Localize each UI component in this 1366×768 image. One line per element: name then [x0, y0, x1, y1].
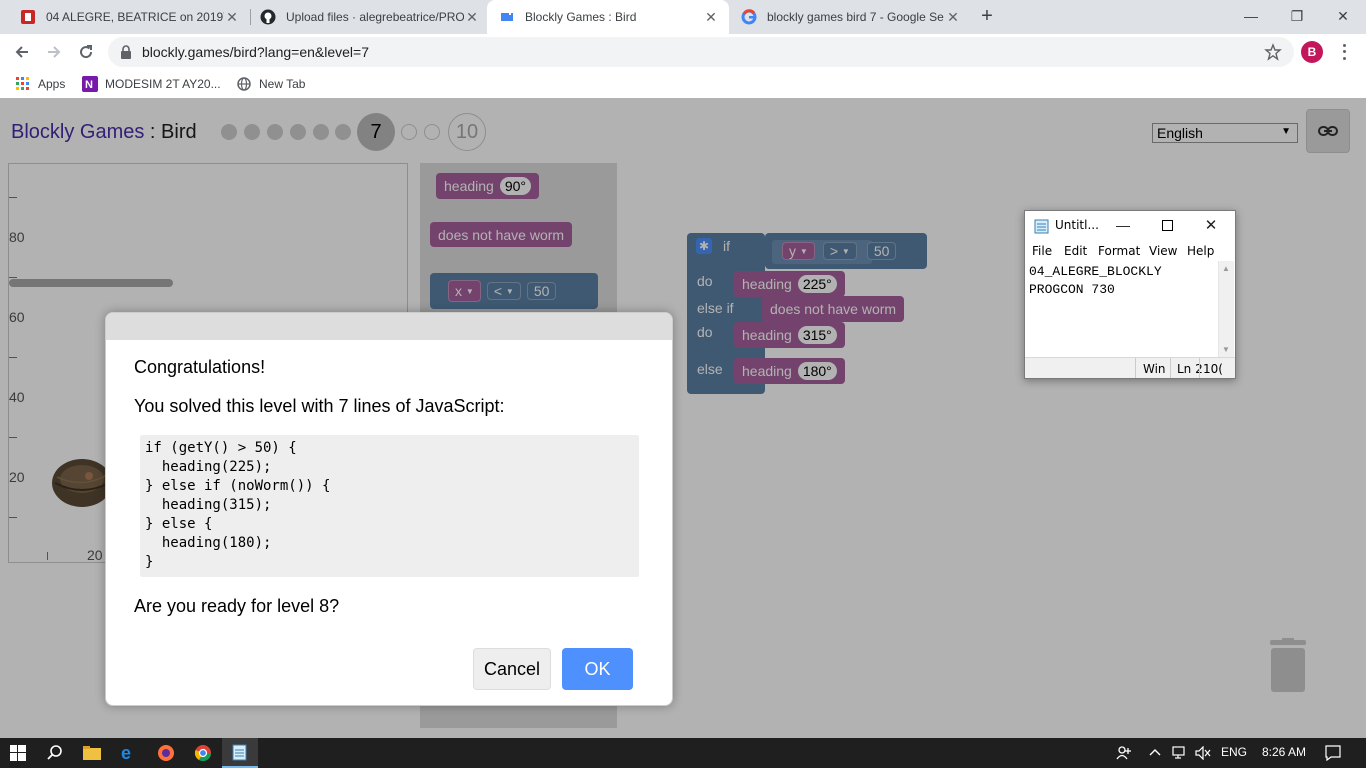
bookmark-star-icon[interactable]: [1264, 43, 1282, 61]
restore-icon[interactable]: ❐: [1274, 0, 1320, 32]
cancel-button[interactable]: Cancel: [473, 648, 551, 690]
profile-avatar[interactable]: B: [1301, 41, 1323, 63]
file-explorer-icon[interactable]: [74, 738, 110, 768]
status-divider: [1135, 358, 1136, 378]
tab-title: Upload files · alegrebeatrice/PRO: [286, 10, 464, 24]
menu-file[interactable]: File: [1032, 244, 1052, 258]
back-arrow-icon[interactable]: [10, 40, 34, 64]
windows-start-icon[interactable]: [0, 738, 36, 768]
globe-icon: [236, 76, 252, 92]
notepad-title: Untitl...: [1055, 218, 1099, 232]
windows-taskbar: e ENG 8:26 AM: [0, 738, 1366, 768]
window-close-icon[interactable]: ✕: [1320, 0, 1366, 32]
scroll-down-icon[interactable]: ▼: [1222, 345, 1230, 354]
status-eol: Win: [1143, 362, 1166, 376]
bookmark-label: MODESIM 2T AY20...: [105, 77, 221, 91]
blockly-icon: [499, 9, 515, 25]
svg-text:e: e: [121, 744, 131, 762]
new-tab-button[interactable]: +: [976, 5, 998, 27]
chrome-icon[interactable]: [185, 738, 221, 768]
bookmark-modesim[interactable]: N MODESIM 2T AY20...: [82, 75, 221, 93]
lock-icon[interactable]: [120, 45, 132, 59]
status-zoom: 10(: [1203, 362, 1223, 376]
people-icon[interactable]: [1116, 745, 1132, 761]
browser-toolbar: blockly.games/bird?lang=en&level=7 B: [0, 34, 1366, 70]
action-center-icon[interactable]: [1325, 745, 1341, 761]
close-icon[interactable]: ✕: [945, 9, 961, 25]
notepad-menubar: File Edit Format View Help: [1025, 241, 1235, 261]
notepad-icon: [1034, 218, 1050, 234]
bookmark-label: Apps: [38, 77, 66, 91]
github-icon: [260, 9, 276, 25]
menu-format[interactable]: Format: [1098, 244, 1140, 258]
tab-docs[interactable]: 04 ALEGRE, BEATRICE on 2019T2 ✕: [8, 0, 250, 34]
edge-icon[interactable]: e: [111, 738, 147, 768]
minimize-icon[interactable]: —: [1113, 215, 1133, 235]
maximize-icon[interactable]: [1157, 215, 1177, 235]
ok-button[interactable]: OK: [562, 648, 633, 690]
menu-edit[interactable]: Edit: [1064, 244, 1087, 258]
status-divider: [1199, 358, 1200, 378]
notepad-text-area[interactable]: 04_ALEGRE_BLOCKLY PROGCON 730: [1029, 263, 1219, 299]
onenote-icon: N: [82, 76, 98, 92]
network-icon[interactable]: [1172, 746, 1190, 760]
menu-view[interactable]: View: [1149, 244, 1177, 258]
docs-red-icon: [20, 9, 36, 25]
tab-blockly-bird[interactable]: Blockly Games : Bird ✕: [487, 0, 729, 34]
volume-muted-icon[interactable]: [1195, 746, 1211, 760]
javascript-code: if (getY() > 50) { heading(225); } else …: [140, 435, 639, 577]
google-icon: [741, 9, 757, 25]
close-icon[interactable]: ✕: [1201, 215, 1221, 235]
notepad-window: Untitl... — ✕ File Edit Format View Help…: [1024, 210, 1236, 379]
bookmark-apps[interactable]: Apps: [15, 75, 65, 93]
tab-strip: 04 ALEGRE, BEATRICE on 2019T2 ✕ Upload f…: [0, 0, 1366, 34]
tab-title: blockly games bird 7 - Google Se: [767, 10, 944, 24]
tab-title: Blockly Games : Bird: [525, 10, 637, 24]
svg-text:N: N: [85, 79, 93, 91]
notepad-taskbar-icon[interactable]: [222, 738, 258, 768]
scroll-up-icon[interactable]: ▲: [1222, 264, 1230, 273]
firefox-icon[interactable]: [148, 738, 184, 768]
bookmark-label: New Tab: [259, 77, 306, 91]
close-icon[interactable]: ✕: [464, 9, 480, 25]
congratulations-dialog: Congratulations! You solved this level w…: [105, 312, 673, 706]
bookmarks-bar: Apps N MODESIM 2T AY20... New Tab: [0, 70, 1366, 98]
close-icon[interactable]: ✕: [224, 9, 240, 25]
reload-icon[interactable]: [74, 40, 98, 64]
dialog-question: Are you ready for level 8?: [134, 596, 340, 616]
menu-kebab-icon[interactable]: [1336, 42, 1352, 62]
input-language[interactable]: ENG: [1221, 745, 1247, 759]
status-divider: [1170, 358, 1171, 378]
minimize-icon[interactable]: —: [1228, 0, 1274, 32]
tab-google-search[interactable]: blockly games bird 7 - Google Se ✕: [729, 0, 971, 34]
dialog-header[interactable]: [106, 313, 672, 340]
tab-title: 04 ALEGRE, BEATRICE on 2019T2: [46, 10, 224, 24]
chevron-up-icon[interactable]: [1149, 747, 1161, 757]
search-icon[interactable]: [37, 738, 73, 768]
notepad-scrollbar[interactable]: ▲ ▼: [1218, 261, 1234, 357]
dialog-summary: You solved this level with 7 lines of Ja…: [134, 396, 505, 416]
bookmark-new-tab[interactable]: New Tab: [236, 75, 305, 93]
tab-github[interactable]: Upload files · alegrebeatrice/PRO ✕: [248, 0, 490, 34]
clock-time[interactable]: 8:26 AM: [1262, 745, 1306, 759]
notepad-titlebar[interactable]: Untitl... — ✕: [1025, 211, 1235, 241]
forward-arrow-icon[interactable]: [42, 40, 66, 64]
apps-grid-icon: [15, 76, 31, 92]
dialog-heading: Congratulations!: [134, 357, 266, 377]
notepad-statusbar: Win Ln 2 10(: [1025, 357, 1235, 378]
address-bar[interactable]: blockly.games/bird?lang=en&level=7: [108, 37, 1294, 67]
close-icon[interactable]: ✕: [703, 9, 719, 25]
menu-help[interactable]: Help: [1187, 244, 1214, 258]
url-text: blockly.games/bird?lang=en&level=7: [142, 44, 369, 60]
